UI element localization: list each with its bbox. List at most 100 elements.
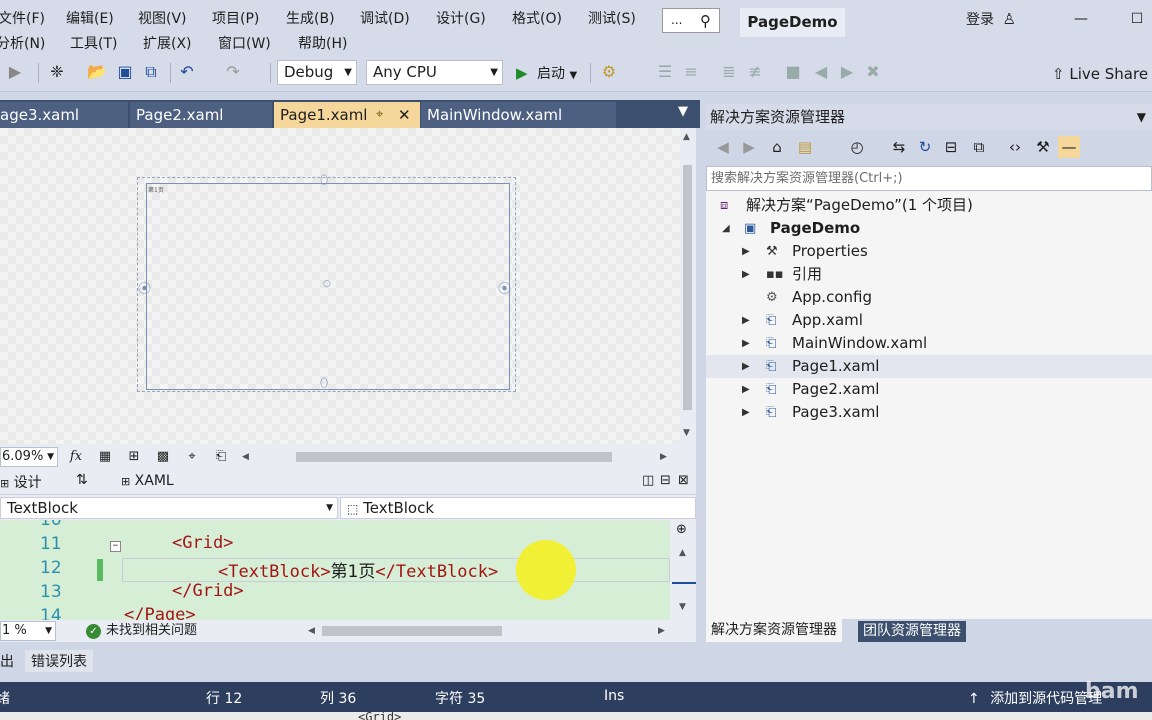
tree-project-node[interactable]: ◢ ▣ PageDemo [706, 217, 1152, 240]
indent-icon[interactable]: ≡ [680, 61, 702, 83]
forward-icon[interactable]: ▶ [738, 136, 760, 158]
grid-icon[interactable]: ▦ [94, 447, 116, 467]
editor-zoom-dropdown[interactable]: 1 % ▼ [0, 621, 56, 641]
tree-item-properties[interactable]: ▶ ⚒ Properties [706, 240, 1152, 263]
scroll-up-icon[interactable]: ▲ [683, 132, 690, 142]
collapsed-arrow-icon[interactable]: ▶ [742, 263, 750, 286]
designer-zoom-dropdown[interactable]: 6.09% ▼ [0, 447, 58, 467]
device-icon[interactable]: ⎗ [210, 447, 232, 467]
save-icon[interactable]: ▣ [114, 61, 136, 83]
horizontal-split-icon[interactable]: ⊟ [660, 473, 671, 488]
switch-views-icon[interactable]: ▤ [794, 136, 816, 158]
tab-xaml[interactable]: ⊞ XAML [121, 473, 174, 489]
collapse-all-icon[interactable]: ⊟ [940, 136, 962, 158]
code-line-13[interactable]: </Grid> [172, 581, 244, 601]
maximize-button[interactable]: ☐ [1122, 6, 1152, 32]
panel-options-icon[interactable]: ▼ [1137, 104, 1146, 130]
scroll-down-icon[interactable]: ▼ [683, 428, 690, 438]
swap-panes-icon[interactable]: ⇅ [76, 472, 88, 488]
configuration-dropdown[interactable]: Debug ▼ [277, 60, 357, 85]
next-bookmark-icon[interactable]: ▶ [836, 61, 858, 83]
designer-scroll-thumb[interactable] [683, 165, 692, 410]
align-icon[interactable]: ☰ [654, 61, 676, 83]
solution-search-input[interactable]: 搜索解决方案资源管理器(Ctrl+;) [706, 166, 1152, 191]
show-all-files-icon[interactable]: ⧉ [968, 136, 990, 158]
back-icon[interactable]: ◀ [712, 136, 734, 158]
menu-test[interactable]: 测试(S) [588, 8, 636, 28]
menu-file[interactable]: 文件(F) [0, 8, 45, 28]
scroll-up-icon[interactable]: ▲ [679, 548, 686, 558]
code-line-12[interactable]: <TextBlock>第1页</TextBlock> [218, 557, 498, 582]
tree-item-page2[interactable]: ▶ ⎗ Page2.xaml [706, 378, 1152, 401]
element-type-dropdown[interactable]: TextBlock ▼ [0, 497, 338, 519]
collapsed-arrow-icon[interactable]: ▶ [742, 401, 750, 424]
pending-changes-icon[interactable]: ◴ [846, 136, 868, 158]
code-line-14[interactable]: </Page> [124, 605, 196, 620]
tree-item-mainwindow[interactable]: ▶ ⎗ MainWindow.xaml [706, 332, 1152, 355]
menu-analyze[interactable]: 分析(N) [0, 33, 45, 53]
tab-solution-explorer[interactable]: 解决方案资源管理器 [706, 619, 842, 642]
view-code-icon[interactable]: ‹› [1004, 136, 1026, 158]
comment-icon[interactable]: ≣ [718, 61, 740, 83]
scroll-down-icon[interactable]: ▼ [679, 602, 686, 612]
uncomment-icon[interactable]: ≢ [744, 61, 766, 83]
menu-format[interactable]: 格式(O) [512, 8, 562, 28]
tab-page2[interactable]: Page2.xaml [130, 102, 272, 128]
minimize-button[interactable]: — [1066, 6, 1096, 32]
collapsed-arrow-icon[interactable]: ▶ [742, 355, 750, 378]
menu-window[interactable]: 窗口(W) [218, 33, 271, 53]
bookmark-icon[interactable]: ■ [782, 61, 804, 83]
tab-page3[interactable]: age3.xaml [0, 102, 128, 128]
platform-dropdown[interactable]: Any CPU ▼ [366, 60, 503, 85]
sync-icon[interactable]: ⇆ [888, 136, 910, 158]
code-line-11[interactable]: <Grid> [172, 533, 233, 553]
editor-horizontal-scroll-thumb[interactable] [322, 626, 502, 636]
tree-item-page1[interactable]: ▶ ⎗ Page1.xaml [706, 355, 1152, 378]
collapsed-arrow-icon[interactable]: ▶ [742, 378, 750, 401]
tab-output[interactable]: 出 [0, 651, 14, 671]
tab-page1[interactable]: Page1.xaml ⌖ ✕ [274, 102, 420, 128]
tree-item-references[interactable]: ▶ ▪▪ 引用 [706, 263, 1152, 286]
collapse-toggle-icon[interactable]: − [110, 541, 121, 552]
close-icon[interactable]: ✕ [398, 102, 411, 128]
scroll-left-icon[interactable]: ◀ [242, 452, 249, 462]
undo-icon[interactable]: ↶ [176, 61, 198, 83]
add-to-source-control[interactable]: ↑ 添加到源代码管理 [968, 688, 1102, 708]
scroll-left-icon[interactable]: ◀ [308, 626, 315, 636]
expanded-arrow-icon[interactable]: ◢ [722, 217, 730, 240]
snap-lines-icon[interactable]: ⌖ [181, 447, 203, 467]
collapsed-arrow-icon[interactable]: ▶ [742, 309, 750, 332]
tree-item-appxaml[interactable]: ▶ ⎗ App.xaml [706, 309, 1152, 332]
snap-grid-icon[interactable]: ⊞ [123, 447, 145, 467]
new-project-icon[interactable]: ❈ [46, 61, 68, 83]
menu-view[interactable]: 视图(V) [138, 8, 187, 28]
tab-design[interactable]: ⊞ 设计 [0, 472, 42, 492]
scroll-right-icon[interactable]: ▶ [660, 452, 667, 462]
menu-project[interactable]: 项目(P) [212, 8, 259, 28]
start-button[interactable]: ▶ 启动 ▼ [516, 60, 577, 86]
clear-bookmarks-icon[interactable]: ✖ [862, 61, 884, 83]
search-box[interactable]: ... ⚲ [662, 8, 720, 33]
forward-icon[interactable]: ▶ [4, 61, 26, 83]
xaml-designer[interactable]: 第1页 ⬯ ⬯ ⦿ ⦿ ○ [0, 128, 680, 444]
scroll-right-icon[interactable]: ▶ [658, 626, 665, 636]
live-share-button[interactable]: ⇧ Live Share [1052, 61, 1148, 87]
menu-edit[interactable]: 编辑(E) [66, 8, 114, 28]
menu-help[interactable]: 帮助(H) [298, 33, 347, 53]
pin-icon[interactable]: ⌖ [376, 102, 383, 128]
issues-indicator[interactable]: ✓ 未找到相关问题 [86, 622, 197, 640]
menu-tools[interactable]: 工具(T) [70, 33, 117, 53]
tree-item-page3[interactable]: ▶ ⎗ Page3.xaml [706, 401, 1152, 424]
designer-horizontal-scroll-thumb[interactable] [296, 452, 612, 462]
redo-icon[interactable]: ↷ [222, 61, 244, 83]
tree-solution-node[interactable]: ⧈ 解决方案“PageDemo”(1 个项目) [706, 194, 1152, 217]
code-vertical-scrollbar[interactable]: ⊕ ▲ ▼ [670, 520, 696, 620]
anchor-bottom-icon[interactable]: ⬯ [320, 376, 328, 391]
tab-mainwindow[interactable]: MainWindow.xaml [421, 102, 616, 128]
menu-build[interactable]: 生成(B) [286, 8, 335, 28]
collapsed-arrow-icon[interactable]: ▶ [742, 240, 750, 263]
login-link[interactable]: 登录 ♙ [966, 9, 1016, 29]
anchor-top-icon[interactable]: ⬯ [320, 173, 328, 188]
fx-effects-button[interactable]: fx [65, 447, 87, 467]
vertical-split-icon[interactable]: ◫ [642, 473, 654, 488]
